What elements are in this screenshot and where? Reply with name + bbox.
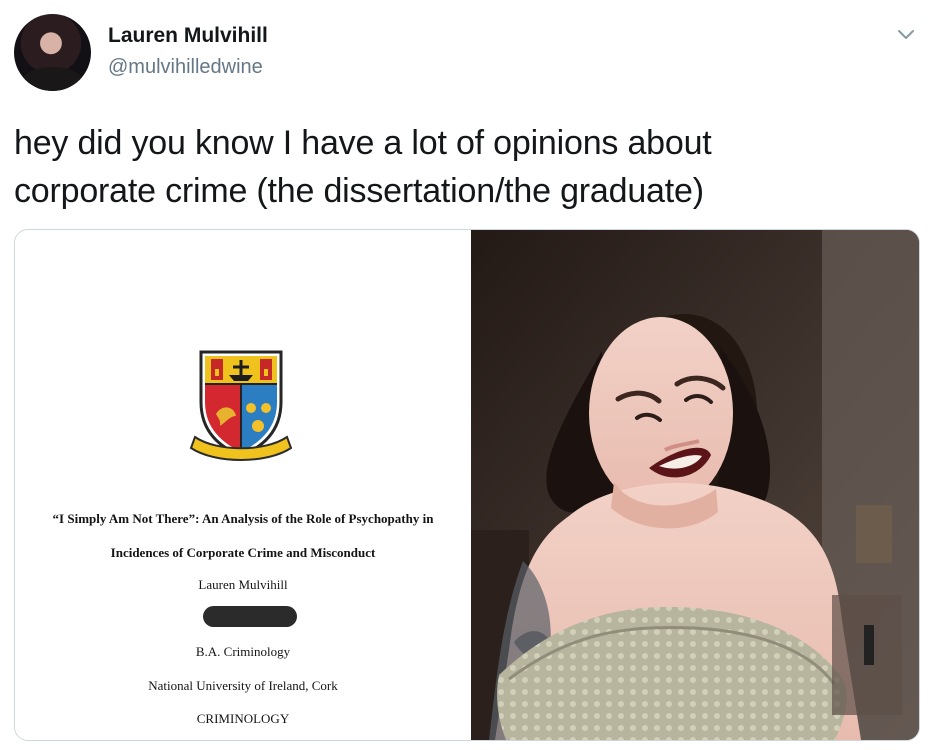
document-title-line-2: Incidences of Corporate Crime and Miscon… bbox=[110, 545, 376, 560]
document-degree: B.A. Criminology bbox=[195, 644, 291, 659]
graduate-photo[interactable] bbox=[471, 230, 919, 740]
university-crest bbox=[178, 338, 304, 464]
avatar[interactable] bbox=[14, 14, 91, 91]
document-university: National University of Ireland, Cork bbox=[148, 678, 338, 693]
chevron-down-icon[interactable] bbox=[894, 22, 918, 46]
author-handle[interactable]: @mulvihilledwine bbox=[108, 56, 263, 79]
document-author: Lauren Mulvihill bbox=[198, 577, 288, 592]
document-department: CRIMINOLOGY bbox=[196, 711, 290, 726]
avatar-shoulders bbox=[22, 67, 83, 91]
tweet-text-line: corporate crime (the dissertation/the gr… bbox=[14, 172, 704, 210]
tweet-text: hey did you know I have a lot of opinion… bbox=[14, 119, 914, 215]
author-name[interactable]: Lauren Mulvihill bbox=[108, 24, 268, 48]
tweet-text-line: hey did you know I have a lot of opinion… bbox=[14, 124, 712, 162]
redacted-field bbox=[203, 606, 297, 627]
tweet-media[interactable]: “I Simply Am Not There”: An Analysis of … bbox=[14, 229, 920, 741]
document-title-line-1: “I Simply Am Not There”: An Analysis of … bbox=[52, 511, 434, 526]
dissertation-cover-image[interactable]: “I Simply Am Not There”: An Analysis of … bbox=[15, 230, 471, 740]
